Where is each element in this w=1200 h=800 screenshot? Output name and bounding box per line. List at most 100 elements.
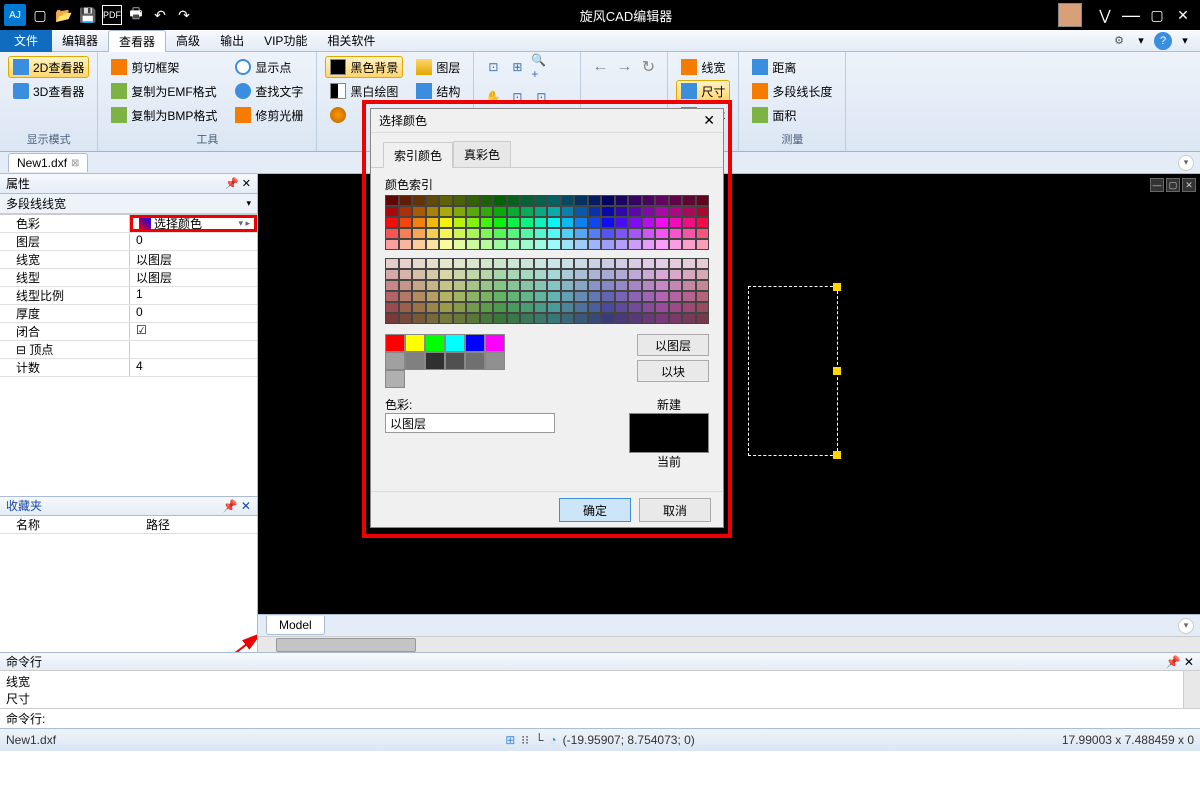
preset-color[interactable] <box>405 352 425 370</box>
palette-cell[interactable] <box>574 291 588 302</box>
palette-cell[interactable] <box>426 291 440 302</box>
palette-cell[interactable] <box>588 217 602 228</box>
pin-icon[interactable]: 📌 ✕ <box>225 177 251 190</box>
tab-true-color[interactable]: 真彩色 <box>453 141 511 167</box>
ribbon-item[interactable]: 线宽 <box>676 56 730 78</box>
palette-cell[interactable] <box>480 258 494 269</box>
palette-cell[interactable] <box>466 195 480 206</box>
palette-cell[interactable] <box>520 291 534 302</box>
maximize-icon[interactable]: ▢ <box>1144 5 1170 25</box>
palette-cell[interactable] <box>466 239 480 250</box>
palette-cell[interactable] <box>696 258 710 269</box>
new-icon[interactable]: ▢ <box>30 5 50 25</box>
palette-cell[interactable] <box>669 239 683 250</box>
ribbon-item[interactable]: 复制为EMF格式 <box>106 80 222 102</box>
tab-index-color[interactable]: 索引颜色 <box>383 142 453 168</box>
palette-cell[interactable] <box>493 291 507 302</box>
palette-cell[interactable] <box>628 195 642 206</box>
palette-cell[interactable] <box>696 269 710 280</box>
property-row[interactable]: 计数4 <box>0 359 257 377</box>
palette-cell[interactable] <box>399 258 413 269</box>
palette-cell[interactable] <box>682 239 696 250</box>
pin-icon[interactable]: 📌 ✕ <box>1166 655 1194 669</box>
palette-cell[interactable] <box>601 206 615 217</box>
palette-cell[interactable] <box>534 269 548 280</box>
palette-cell[interactable] <box>493 269 507 280</box>
palette-cell[interactable] <box>480 291 494 302</box>
palette-cell[interactable] <box>655 313 669 324</box>
palette-cell[interactable] <box>547 291 561 302</box>
tab-close-icon[interactable]: ⊠ <box>71 158 79 169</box>
palette-cell[interactable] <box>466 258 480 269</box>
palette-cell[interactable] <box>669 228 683 239</box>
palette-cell[interactable] <box>385 269 399 280</box>
palette-cell[interactable] <box>642 228 656 239</box>
palette-cell[interactable] <box>682 195 696 206</box>
palette-cell[interactable] <box>669 258 683 269</box>
palette-cell[interactable] <box>439 258 453 269</box>
palette-cell[interactable] <box>601 269 615 280</box>
palette-cell[interactable] <box>547 206 561 217</box>
palette-cell[interactable] <box>412 280 426 291</box>
palette-cell[interactable] <box>520 228 534 239</box>
ribbon-item[interactable]: 3D查看器 <box>8 80 89 102</box>
palette-cell[interactable] <box>385 258 399 269</box>
cancel-button[interactable]: 取消 <box>639 498 711 522</box>
palette-cell[interactable] <box>696 206 710 217</box>
pin-icon[interactable]: 📌 ✕ <box>223 499 251 513</box>
palette-cell[interactable] <box>655 195 669 206</box>
palette-cell[interactable] <box>480 280 494 291</box>
palette-cell[interactable] <box>615 195 629 206</box>
property-row[interactable]: 线型比例1 <box>0 287 257 305</box>
palette-cell[interactable] <box>696 313 710 324</box>
palette-cell[interactable] <box>547 239 561 250</box>
palette-cell[interactable] <box>588 239 602 250</box>
palette-cell[interactable] <box>412 217 426 228</box>
palette-cell[interactable] <box>426 228 440 239</box>
property-row[interactable]: 闭合☑ <box>0 323 257 341</box>
palette-cell[interactable] <box>615 239 629 250</box>
palette-cell[interactable] <box>682 258 696 269</box>
palette-cell[interactable] <box>615 258 629 269</box>
palette-cell[interactable] <box>601 258 615 269</box>
palette-cell[interactable] <box>385 217 399 228</box>
palette-cell[interactable] <box>385 239 399 250</box>
palette-cell[interactable] <box>696 239 710 250</box>
palette-cell[interactable] <box>453 269 467 280</box>
ribbon-item[interactable]: 结构 <box>411 80 465 102</box>
user-avatar[interactable] <box>1058 3 1082 27</box>
save-icon[interactable]: 💾 <box>78 5 98 25</box>
palette-cell[interactable] <box>669 217 683 228</box>
palette-cell[interactable] <box>696 228 710 239</box>
palette-cell[interactable] <box>385 195 399 206</box>
palette-cell[interactable] <box>520 269 534 280</box>
palette-cell[interactable] <box>426 280 440 291</box>
ribbon-item[interactable]: 显示点 <box>230 56 308 78</box>
palette-cell[interactable] <box>426 239 440 250</box>
palette-cell[interactable] <box>561 313 575 324</box>
palette-cell[interactable] <box>628 291 642 302</box>
palette-cell[interactable] <box>480 269 494 280</box>
palette-cell[interactable] <box>588 313 602 324</box>
palette-cell[interactable] <box>439 291 453 302</box>
palette-cell[interactable] <box>385 280 399 291</box>
palette-cell[interactable] <box>642 302 656 313</box>
palette-cell[interactable] <box>466 313 480 324</box>
preset-color[interactable] <box>385 334 405 352</box>
by-layer-button[interactable]: 以图层 <box>637 334 709 356</box>
palette-cell[interactable] <box>520 206 534 217</box>
resize-handle[interactable] <box>833 451 841 459</box>
palette-cell[interactable] <box>534 313 548 324</box>
minimize-icon[interactable]: ⋁ <box>1092 5 1118 25</box>
palette-cell[interactable] <box>426 313 440 324</box>
menu-2[interactable]: 高级 <box>166 30 210 52</box>
palette-cell[interactable] <box>642 217 656 228</box>
palette-cell[interactable] <box>669 313 683 324</box>
preset-color[interactable] <box>405 334 425 352</box>
palette-cell[interactable] <box>574 258 588 269</box>
palette-cell[interactable] <box>682 313 696 324</box>
palette-cell[interactable] <box>642 280 656 291</box>
palette-cell[interactable] <box>480 228 494 239</box>
redo-icon[interactable]: ↷ <box>174 5 194 25</box>
palette-cell[interactable] <box>574 228 588 239</box>
